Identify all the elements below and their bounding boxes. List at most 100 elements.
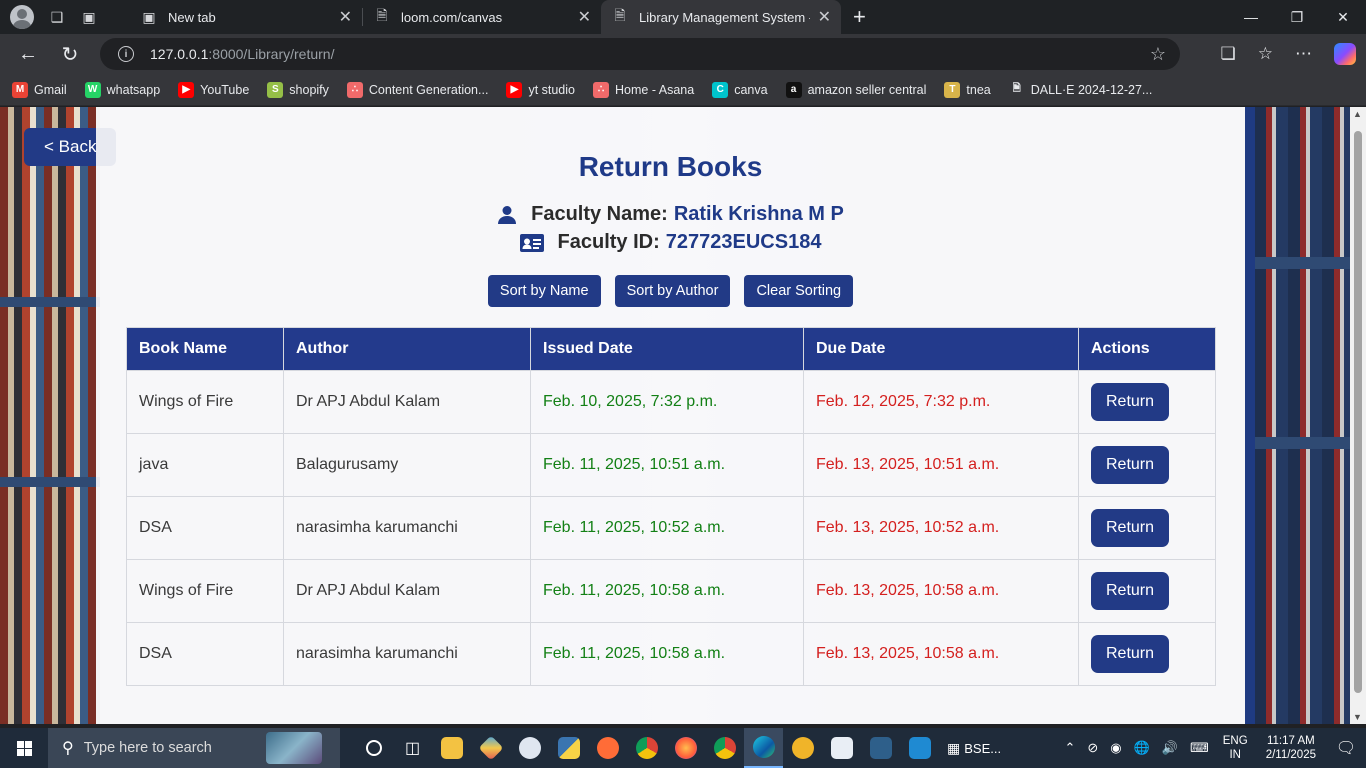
bookmark-item[interactable]: 🗎 DALL·E 2024-12-27... xyxy=(1009,82,1153,98)
faculty-id-line: Faculty ID: 727723EUCS184 xyxy=(96,231,1245,254)
search-icon: ⚲ xyxy=(62,740,74,757)
reload-icon[interactable]: ↻ xyxy=(52,36,88,72)
column-header-issued-date[interactable]: Issued Date xyxy=(530,327,804,371)
search-highlight-image xyxy=(266,732,322,764)
extensions-icon[interactable]: ❏ xyxy=(1221,44,1236,64)
chrome-profile-icon[interactable] xyxy=(705,728,744,768)
task-view-icon[interactable]: ◫ xyxy=(393,728,432,768)
table-row: java Balagurusamy Feb. 11, 2025, 10:51 a.m… xyxy=(126,433,1216,497)
close-icon[interactable]: ✕ xyxy=(818,7,831,27)
more-menu-icon[interactable]: ⋯ xyxy=(1295,44,1312,64)
copilot-icon[interactable] xyxy=(1334,43,1356,65)
keyboard-icon[interactable]: ⌨ xyxy=(1190,740,1209,756)
tab-loom[interactable]: 🗎 loom.com/canvas ✕ xyxy=(363,0,601,34)
volume-icon[interactable]: 🔊 xyxy=(1162,740,1178,756)
bookmark-star-icon[interactable]: ☆ xyxy=(1150,44,1166,65)
cell-issued-date: Feb. 11, 2025, 10:51 a.m. xyxy=(530,433,804,497)
firefox-icon[interactable] xyxy=(666,728,705,768)
bookmark-item[interactable]: a amazon seller central xyxy=(785,81,926,98)
bse-app-label: BSE... xyxy=(964,740,1002,756)
close-icon[interactable]: ✕ xyxy=(578,7,591,27)
taskbar-search[interactable]: ⚲ Type here to search xyxy=(48,728,340,768)
column-header-due-date[interactable]: Due Date xyxy=(803,327,1079,371)
amazon-icon: a xyxy=(785,81,802,98)
address-url[interactable]: 127.0.0.1:8000/Library/return/ xyxy=(150,46,334,62)
scroll-up-icon[interactable]: ▲ xyxy=(1353,109,1362,119)
profile-avatar[interactable] xyxy=(10,5,34,29)
user-icon xyxy=(497,205,517,225)
column-header-book-name[interactable]: Book Name xyxy=(126,327,284,371)
search-placeholder: Type here to search xyxy=(83,740,212,756)
bookmark-item[interactable]: M Gmail xyxy=(12,81,67,98)
column-header-author[interactable]: Author xyxy=(283,327,531,371)
tab-actions-icon[interactable]: ▣ xyxy=(80,8,98,26)
vertical-scrollbar[interactable]: ▲ ▼ xyxy=(1350,107,1366,724)
chevron-up-icon[interactable]: ⌃ xyxy=(1064,740,1075,756)
bookmark-item[interactable]: ∴ Content Generation... xyxy=(346,81,489,98)
clock-time: 11:17 AM xyxy=(1266,735,1315,747)
faculty-name-line: Faculty Name: Ratik Krishna M P xyxy=(96,203,1245,226)
windows-taskbar: ⚲ Type here to search ◫ ▦ BSE... ⌃ ⊘ ◉ 🌐… xyxy=(0,728,1366,768)
bookmark-item[interactable]: Ttnea xyxy=(944,81,991,98)
address-bar[interactable]: i 127.0.0.1:8000/Library/return/ ☆ xyxy=(100,38,1180,70)
back-arrow-icon[interactable]: ← xyxy=(10,36,46,72)
bookmark-item[interactable]: Sshopify xyxy=(267,81,329,98)
cell-actions: Return xyxy=(1078,433,1216,497)
asana-icon: ∴ xyxy=(593,81,609,98)
bse-app-button[interactable]: ▦ BSE... xyxy=(939,728,1009,768)
sort-controls: Sort by Name Sort by Author Clear Sortin… xyxy=(96,275,1245,307)
python-icon[interactable] xyxy=(549,728,588,768)
scrollbar-thumb[interactable] xyxy=(1354,131,1362,693)
bookmark-label: Content Generation... xyxy=(368,82,489,97)
canva-icon: C xyxy=(712,81,729,98)
return-button[interactable]: Return xyxy=(1091,383,1169,421)
cell-due-date: Feb. 13, 2025, 10:51 a.m. xyxy=(803,433,1079,497)
system-tray: ⌃ ⊘ ◉ 🌐 🔊 ⌨ ENG IN 11:17 AM 2/11/2025 🗨 xyxy=(1058,728,1366,768)
paint-icon[interactable] xyxy=(510,728,549,768)
medal-icon[interactable] xyxy=(783,728,822,768)
cell-book-name: Wings of Fire xyxy=(126,559,284,623)
webcam-icon[interactable]: ◉ xyxy=(1110,740,1121,756)
cell-issued-date: Feb. 10, 2025, 7:32 p.m. xyxy=(530,370,804,434)
scroll-down-icon[interactable]: ▼ xyxy=(1353,712,1362,722)
git-icon[interactable] xyxy=(471,728,510,768)
bookmark-item[interactable]: ∴ Home - Asana xyxy=(593,81,694,98)
return-button[interactable]: Return xyxy=(1091,446,1169,484)
postman-icon[interactable] xyxy=(588,728,627,768)
chrome-icon[interactable] xyxy=(627,728,666,768)
system-clock[interactable]: 11:17 AM 2/11/2025 xyxy=(1266,734,1316,762)
favorites-icon[interactable]: ☆ xyxy=(1258,44,1273,64)
bookmark-item[interactable]: Wwhatsapp xyxy=(84,81,160,98)
network-off-icon[interactable]: ⊘ xyxy=(1087,740,1098,756)
mysql-workbench-icon[interactable] xyxy=(861,728,900,768)
cortana-icon[interactable] xyxy=(354,728,393,768)
notification-center-icon[interactable]: 🗨 xyxy=(1326,728,1366,768)
bookmark-item[interactable]: Ccanva xyxy=(712,81,768,98)
tab-bar-left: ❑ ▣ xyxy=(0,5,130,29)
workspaces-icon[interactable]: ❑ xyxy=(48,8,66,26)
minimize-icon[interactable]: — xyxy=(1228,0,1274,34)
tab-library-management[interactable]: 🗎 Library Management System - Ret ✕ xyxy=(601,0,841,34)
close-icon[interactable]: ✕ xyxy=(339,7,352,27)
sort-by-author-button[interactable]: Sort by Author xyxy=(614,275,731,307)
edge-icon[interactable] xyxy=(744,728,783,768)
return-button[interactable]: Return xyxy=(1091,635,1169,673)
return-button[interactable]: Return xyxy=(1091,509,1169,547)
close-window-icon[interactable]: ✕ xyxy=(1320,0,1366,34)
bookmark-item[interactable]: ▶ YouTube xyxy=(178,81,249,98)
clear-sorting-button[interactable]: Clear Sorting xyxy=(744,275,854,307)
start-button[interactable] xyxy=(0,728,48,768)
tab-new-tab[interactable]: ▣ New tab ✕ xyxy=(130,0,362,34)
file-explorer-icon[interactable] xyxy=(432,728,471,768)
globe-icon[interactable]: 🌐 xyxy=(1134,740,1150,756)
site-info-icon[interactable]: i xyxy=(118,46,134,62)
bookmark-item[interactable]: ▶ yt studio xyxy=(506,81,575,98)
new-tab-button[interactable]: + xyxy=(853,4,866,30)
document-app-icon[interactable] xyxy=(822,728,861,768)
return-button[interactable]: Return xyxy=(1091,572,1169,610)
restore-icon[interactable]: ❐ xyxy=(1274,0,1320,34)
return-books-card: Return Books Faculty Name: Ratik Krishna… xyxy=(96,107,1245,724)
sort-by-name-button[interactable]: Sort by Name xyxy=(487,275,601,307)
vscode-icon[interactable] xyxy=(900,728,939,768)
language-indicator[interactable]: ENG IN xyxy=(1223,734,1248,762)
